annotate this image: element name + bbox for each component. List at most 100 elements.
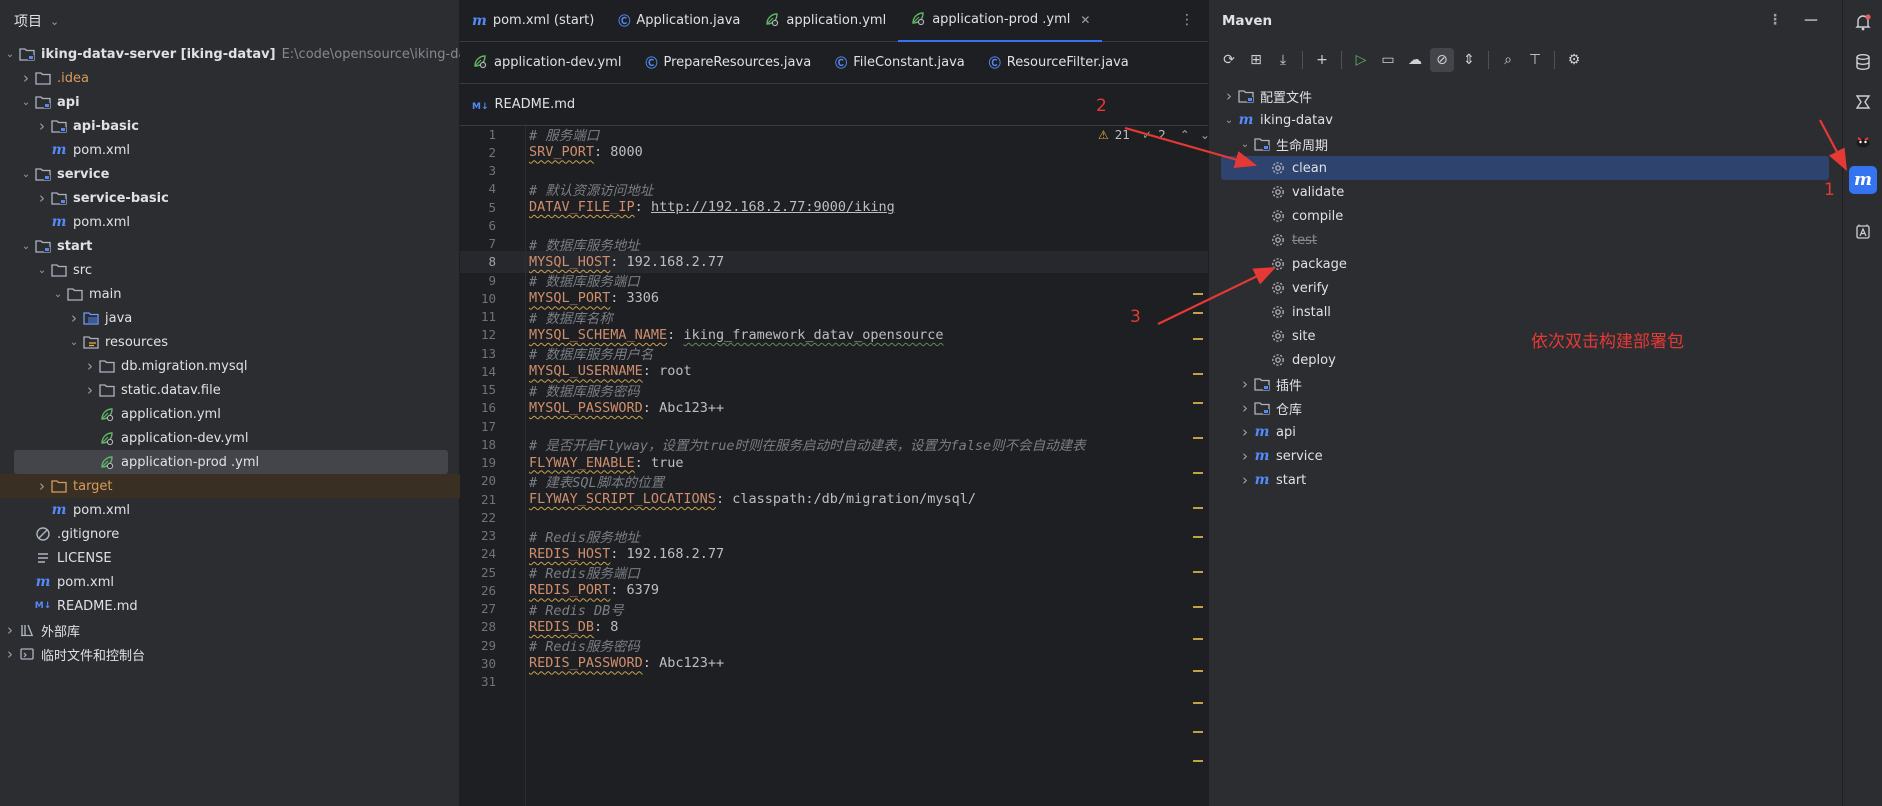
project-tree-item-application-prod-yml[interactable]: application-prod .yml	[14, 450, 448, 474]
tab-fileconstant-java[interactable]: Ⓒ FileConstant.java	[823, 42, 977, 84]
project-tree-item-pom-xml[interactable]: m pom.xml	[0, 138, 460, 162]
chevron-right-icon[interactable]: ›	[2, 621, 18, 639]
maven-tool-icon[interactable]: m	[1849, 166, 1877, 194]
minimize-icon[interactable]: —	[1804, 12, 1818, 28]
previous-highlight-icon[interactable]: ⌃	[1180, 128, 1190, 142]
maven-tree-item-item[interactable]: › 配置文件	[1209, 84, 1843, 108]
ai-assistant-icon[interactable]	[1849, 88, 1877, 116]
project-tree-item-pom-xml[interactable]: m pom.xml	[0, 210, 460, 234]
project-tree-item-item[interactable]: › 临时文件和控制台	[0, 642, 460, 666]
database-icon[interactable]	[1849, 48, 1877, 76]
warning-stripe-mark[interactable]	[1193, 507, 1203, 510]
chevron-right-icon[interactable]: ›	[82, 357, 98, 375]
chevron-right-icon[interactable]: ›	[66, 309, 82, 327]
inspection-widget[interactable]: ⚠ 21 ✓ 2 ⌃ ⌄	[1098, 128, 1210, 142]
warning-stripe-mark[interactable]	[1193, 638, 1203, 641]
project-panel-header[interactable]: 项目 ⌄	[0, 0, 459, 42]
tab-application-java[interactable]: Ⓒ Application.java	[606, 0, 752, 42]
project-tree-item-pom-xml[interactable]: m pom.xml	[0, 570, 460, 594]
project-tree-item-resources[interactable]: ⌄ resources	[0, 330, 460, 354]
project-tree-item-main[interactable]: ⌄ main	[0, 282, 460, 306]
translate-icon[interactable]	[1849, 218, 1877, 246]
plugin-mascot-icon[interactable]	[1849, 128, 1877, 156]
chevron-right-icon[interactable]: ›	[34, 189, 50, 207]
maven-tree-item-install[interactable]: install	[1209, 300, 1843, 324]
close-tab-icon[interactable]: ✕	[1080, 13, 1090, 27]
execute-goal-icon[interactable]: ▭	[1376, 48, 1400, 72]
chevron-right-icon[interactable]: ›	[34, 477, 50, 495]
project-tree-item-pom-xml[interactable]: m pom.xml	[0, 498, 460, 522]
maven-tree-item-site[interactable]: site	[1209, 324, 1843, 348]
collapse-icon[interactable]: ⇕	[1457, 48, 1481, 72]
chevron-down-icon[interactable]: ⌄	[18, 241, 34, 252]
warning-stripe-mark[interactable]	[1193, 401, 1203, 404]
warning-stripe-mark[interactable]	[1193, 292, 1203, 295]
show-dependencies-icon[interactable]: ⊤	[1523, 48, 1547, 72]
chevron-down-icon[interactable]: ⌄	[50, 15, 59, 28]
maven-tree-item-iking-datav[interactable]: ⌄ m iking-datav	[1209, 108, 1843, 132]
yaml-value[interactable]: http://192.168.2.77:9000/iking	[651, 199, 895, 215]
project-tree-item-application-yml[interactable]: application.yml	[0, 402, 460, 426]
tab-more-menu-icon[interactable]: ⋮	[1180, 12, 1194, 28]
add-icon[interactable]: +	[1310, 48, 1334, 72]
chevron-down-icon[interactable]: ⌄	[2, 49, 18, 60]
maven-tree-item-package[interactable]: package	[1209, 252, 1843, 276]
maven-tree-item-item[interactable]: › 仓库	[1209, 396, 1843, 420]
tab-application-yml[interactable]: application.yml	[752, 0, 898, 42]
project-tree-item-db-migration-mysql[interactable]: › db.migration.mysql	[0, 354, 460, 378]
chevron-down-icon[interactable]: ⌄	[34, 265, 50, 276]
chevron-right-icon[interactable]: ›	[1237, 447, 1253, 465]
warning-stripe-mark[interactable]	[1193, 536, 1203, 538]
chevron-down-icon[interactable]: ⌄	[18, 97, 34, 108]
project-tree-item-item[interactable]: › 外部库	[0, 618, 460, 642]
maven-tree-item-validate[interactable]: validate	[1209, 180, 1843, 204]
chevron-right-icon[interactable]: ›	[1237, 399, 1253, 417]
chevron-down-icon[interactable]: ⌄	[1237, 139, 1253, 150]
project-tree-item-src[interactable]: ⌄ src	[0, 258, 460, 282]
warning-stripe-mark[interactable]	[1193, 731, 1203, 734]
warning-stripe-mark[interactable]	[1193, 606, 1203, 609]
maven-tree-item-api[interactable]: › m api	[1209, 420, 1843, 444]
project-tree-item-iking-datav-server-iking-datav[interactable]: ⌄ iking-datav-server [iking-datav] E:\code…	[0, 42, 533, 66]
maven-tree-item-item[interactable]: ⌄ 生命周期	[1209, 132, 1843, 156]
chevron-right-icon[interactable]: ›	[1237, 375, 1253, 393]
more-options-icon[interactable]: ⋮	[1768, 12, 1782, 28]
run-icon[interactable]: ▷	[1349, 48, 1373, 72]
tab-application-dev-yml[interactable]: application-dev.yml	[460, 42, 633, 84]
chevron-down-icon[interactable]: ⌄	[50, 289, 66, 300]
add-project-icon[interactable]: ⊞	[1244, 48, 1268, 72]
warning-stripe-mark[interactable]	[1193, 702, 1203, 705]
tab-readme-md[interactable]: M↓ README.md	[460, 84, 587, 126]
chevron-right-icon[interactable]: ›	[1221, 87, 1237, 105]
maven-tree-item-clean[interactable]: clean	[1221, 156, 1829, 180]
tab-resourcefilter-java[interactable]: Ⓒ ResourceFilter.java	[977, 42, 1141, 84]
chevron-down-icon[interactable]: ⌄	[1221, 115, 1237, 126]
tab-application-prod-yml[interactable]: application-prod .yml ✕	[898, 0, 1103, 42]
maven-tree-item-deploy[interactable]: deploy	[1209, 348, 1843, 372]
chevron-down-icon[interactable]: ⌄	[66, 337, 82, 348]
warning-stripe-mark[interactable]	[1193, 670, 1203, 673]
project-tree-item-readme-md[interactable]: M↓ README.md	[0, 594, 460, 618]
warning-stripe-mark[interactable]	[1193, 312, 1203, 314]
project-tree-item-start[interactable]: ⌄ start	[0, 234, 460, 258]
warning-stripe-mark[interactable]	[1193, 436, 1203, 439]
project-tree-item-static-datav-file[interactable]: › static.datav.file	[0, 378, 460, 402]
skip-tests-icon[interactable]: ⊘	[1430, 48, 1454, 72]
tab-pom-xml-start[interactable]: m pom.xml (start)	[460, 0, 606, 42]
chevron-down-icon[interactable]: ⌄	[18, 169, 34, 180]
download-icon[interactable]: ⤓	[1271, 48, 1295, 72]
project-tree-item-license[interactable]: LICENSE	[0, 546, 460, 570]
settings-icon[interactable]: ⚙	[1562, 48, 1586, 72]
maven-tree-item-start[interactable]: › m start	[1209, 468, 1843, 492]
warning-stripe-mark[interactable]	[1193, 472, 1203, 474]
project-tree-item-gitignore[interactable]: .gitignore	[0, 522, 460, 546]
notifications-icon[interactable]	[1849, 8, 1877, 36]
warning-stripe-mark[interactable]	[1193, 372, 1203, 375]
code-editor[interactable]: 1 # 服务端口 2 SRV_PORT: 8000 3 4 # 默认资源访问地址 5 DATAV…	[460, 126, 1208, 806]
tab-prepareresources-java[interactable]: Ⓒ PrepareResources.java	[633, 42, 823, 84]
maven-tree-item-test[interactable]: test	[1209, 228, 1843, 252]
maven-tree-item-compile[interactable]: compile	[1209, 204, 1843, 228]
offline-icon[interactable]: ☁	[1403, 48, 1427, 72]
project-tree-item-service[interactable]: ⌄ service	[0, 162, 460, 186]
project-tree-item-java[interactable]: › java	[0, 306, 460, 330]
